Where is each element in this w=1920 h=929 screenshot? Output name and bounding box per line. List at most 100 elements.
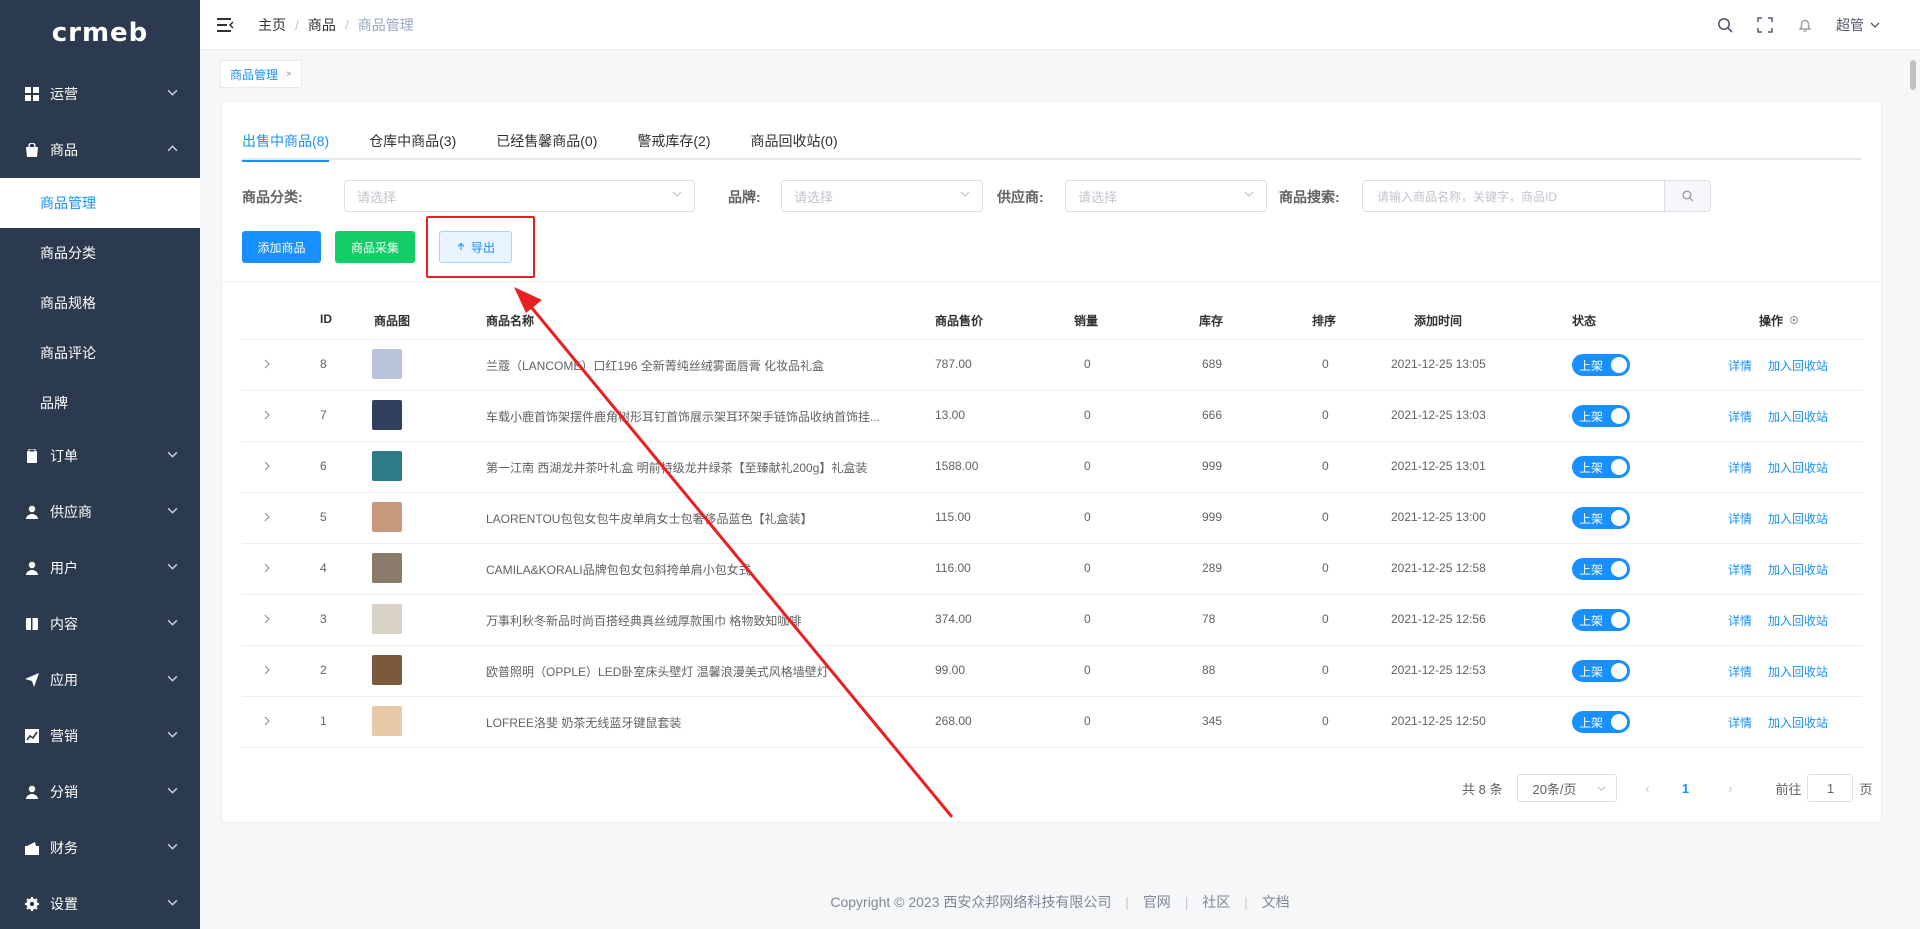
sidebar-item-application[interactable]: 应用 [0,652,200,708]
detail-link[interactable]: 详情 [1728,663,1752,680]
goto-input[interactable]: 1 [1807,774,1854,802]
brand-placeholder: 请选择 [794,189,834,205]
cell-stock: 78 [1202,612,1216,626]
detail-link[interactable]: 详情 [1728,459,1752,476]
separator: | [1125,894,1129,910]
recycle-link[interactable]: 加入回收站 [1768,561,1828,578]
detail-link[interactable]: 详情 [1728,561,1752,578]
product-thumbnail[interactable] [372,706,402,736]
page-number[interactable]: 1 [1670,781,1700,796]
expand-row-icon[interactable] [262,460,272,472]
product-thumbnail[interactable] [372,349,402,379]
column-time: 添加时间 [1414,314,1463,328]
detail-link[interactable]: 详情 [1728,714,1752,731]
tab-on-sale[interactable]: 出售中商品(8) [242,120,330,162]
detail-link[interactable]: 详情 [1728,510,1752,527]
sidebar-subitem-goods-spec[interactable]: 商品规格 [0,278,200,328]
status-label: 上架 [1579,410,1604,424]
sidebar-item-finance[interactable]: 财务 [0,820,200,876]
status-toggle[interactable]: 上架 [1572,405,1630,427]
footer-link-docs[interactable]: 文档 [1262,894,1290,910]
toggle-knob [1611,357,1627,373]
status-toggle[interactable]: 上架 [1572,558,1630,580]
status-toggle[interactable]: 上架 [1572,456,1630,478]
expand-row-icon[interactable] [262,562,272,574]
collapse-menu-icon[interactable] [217,17,235,32]
prev-page-button[interactable]: ‹ [1632,781,1662,796]
scrollbar[interactable] [1906,50,1920,890]
collect-product-button[interactable]: 商品采集 [335,231,415,263]
brand-select[interactable]: 请选择 [781,180,983,212]
sidebar-subitem-brand[interactable]: 品牌 [0,378,200,428]
status-toggle[interactable]: 上架 [1572,354,1630,376]
close-icon[interactable]: × [286,69,292,80]
sidebar-item-user[interactable]: 用户 [0,540,200,596]
sidebar-item-operation[interactable]: 运营 [0,66,200,122]
expand-row-icon[interactable] [262,358,272,370]
breadcrumb-goods[interactable]: 商品 [308,15,336,35]
expand-row-icon[interactable] [262,715,272,727]
category-select[interactable]: 请选择 [344,180,695,212]
bell-icon[interactable] [1796,16,1814,34]
sidebar-item-content[interactable]: 内容 [0,596,200,652]
footer-link-official[interactable]: 官网 [1143,894,1171,910]
tab-tag-goods-management[interactable]: 商品管理 × [220,60,302,88]
sidebar-item-settings[interactable]: 设置 [0,876,200,929]
sidebar-item-order[interactable]: 订单 [0,428,200,484]
search-input[interactable]: 请输入商品名称，关键字，商品ID [1362,180,1665,212]
chevron-down-icon [960,191,970,197]
logo[interactable]: crmeb [0,0,200,66]
sidebar-item-supplier[interactable]: 供应商 [0,484,200,540]
search-button[interactable] [1665,180,1711,212]
page-size-select[interactable]: 20条/页 [1517,774,1618,802]
product-thumbnail[interactable] [372,553,402,583]
cell-stock: 345 [1202,714,1223,728]
status-toggle[interactable]: 上架 [1572,609,1630,631]
footer-link-community[interactable]: 社区 [1202,894,1230,910]
tab-recycle-bin[interactable]: 商品回收站(0) [751,120,838,160]
recycle-link[interactable]: 加入回收站 [1768,612,1828,629]
status-toggle[interactable]: 上架 [1572,660,1630,682]
recycle-link[interactable]: 加入回收站 [1768,408,1828,425]
tab-sold-out[interactable]: 已经售馨商品(0) [496,120,597,160]
sidebar-item-goods[interactable]: 商品 [0,122,200,178]
recycle-link[interactable]: 加入回收站 [1768,357,1828,374]
recycle-link[interactable]: 加入回收站 [1768,459,1828,476]
supplier-select[interactable]: 请选择 [1065,180,1267,212]
detail-link[interactable]: 详情 [1728,357,1752,374]
tab-warehouse[interactable]: 仓库中商品(3) [369,120,456,160]
cell-price: 268.00 [935,714,972,728]
status-toggle[interactable]: 上架 [1572,711,1630,733]
tab-low-stock[interactable]: 警戒库存(2) [637,120,710,160]
cell-time: 2021-12-25 12:53 [1391,663,1486,677]
add-product-button[interactable]: 添加商品 [242,231,321,263]
sidebar-item-distribution[interactable]: 分销 [0,764,200,820]
sidebar-subitem-goods-category[interactable]: 商品分类 [0,228,200,278]
scrollbar-thumb[interactable] [1910,60,1916,90]
sidebar-subitem-goods-review[interactable]: 商品评论 [0,328,200,378]
recycle-link[interactable]: 加入回收站 [1768,663,1828,680]
expand-row-icon[interactable] [262,664,272,676]
settings-icon[interactable] [1789,315,1799,325]
expand-row-icon[interactable] [262,409,272,421]
product-thumbnail[interactable] [372,502,402,532]
product-thumbnail[interactable] [372,604,402,634]
pagination: 共 8 条 20条/页 ‹ 1 › 前往 1 页 [1462,774,1873,802]
detail-link[interactable]: 详情 [1728,408,1752,425]
product-thumbnail[interactable] [372,451,402,481]
status-toggle[interactable]: 上架 [1572,507,1630,529]
product-thumbnail[interactable] [372,400,402,430]
product-thumbnail[interactable] [372,655,402,685]
sidebar-subitem-goods-management[interactable]: 商品管理 [0,178,200,228]
user-menu[interactable]: 超管 [1836,15,1880,35]
fullscreen-icon[interactable] [1756,16,1774,34]
expand-row-icon[interactable] [262,511,272,523]
detail-link[interactable]: 详情 [1728,612,1752,629]
sidebar-item-marketing[interactable]: 营销 [0,708,200,764]
search-icon[interactable] [1716,16,1734,34]
next-page-button[interactable]: › [1715,781,1745,796]
recycle-link[interactable]: 加入回收站 [1768,510,1828,527]
breadcrumb-home[interactable]: 主页 [258,15,286,35]
expand-row-icon[interactable] [262,613,272,625]
recycle-link[interactable]: 加入回收站 [1768,714,1828,731]
